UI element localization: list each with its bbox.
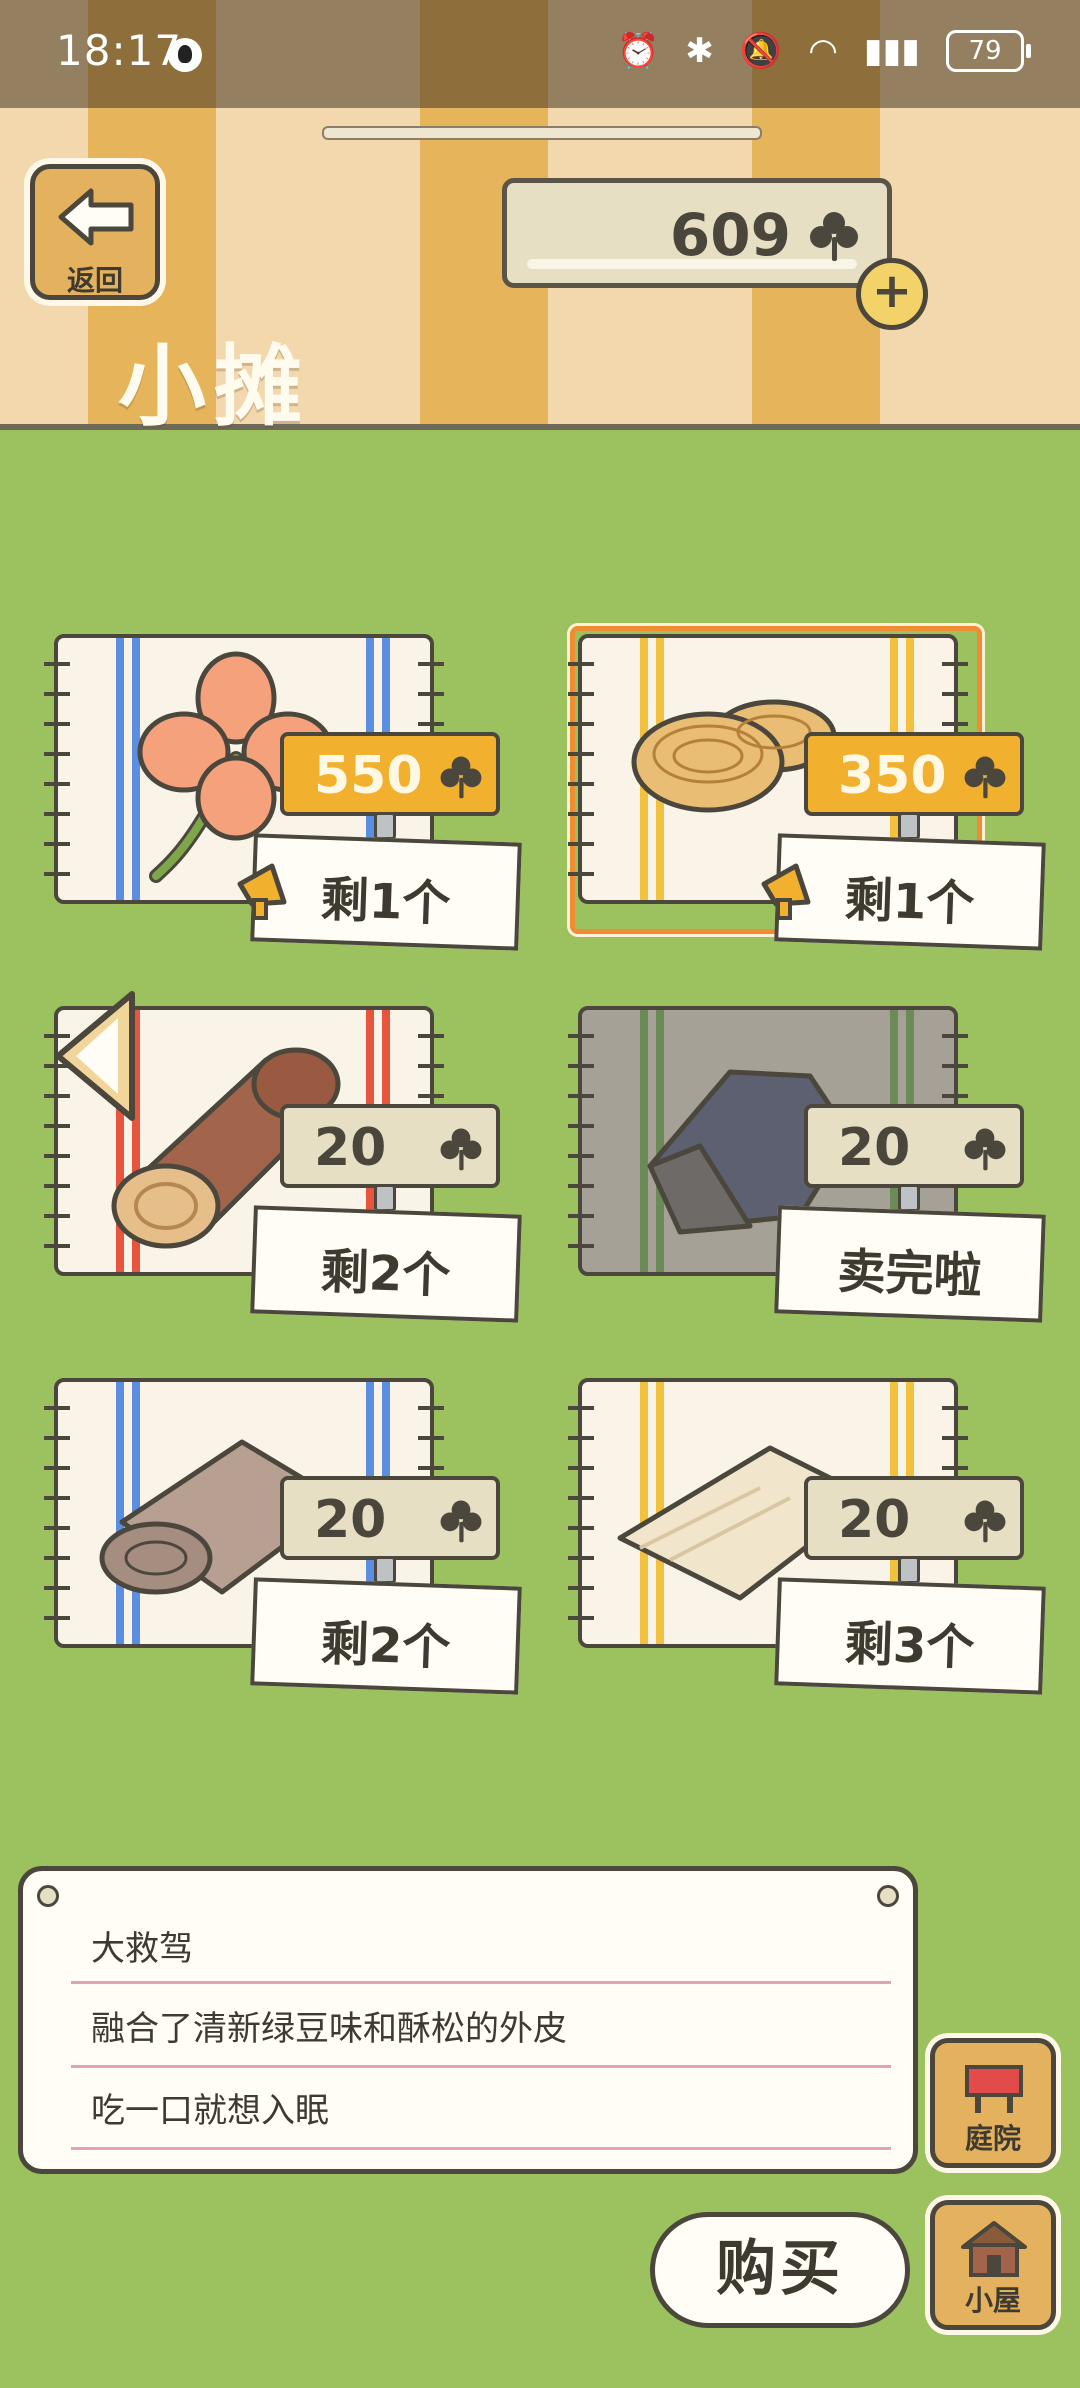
board-rule	[71, 2147, 891, 2150]
qq-icon	[168, 38, 202, 72]
tag-pin	[374, 1556, 396, 1584]
add-clover-button[interactable]: +	[856, 258, 928, 330]
tag-pin	[898, 1184, 920, 1212]
tag-pin	[374, 812, 396, 840]
stock-text: 剩3个	[844, 1615, 976, 1677]
status-bar: 18:17 ⏰ ✱ 🔕 ◠ ▮▮▮ 79	[0, 0, 1080, 108]
tag-pin	[374, 1184, 396, 1212]
price-value: 550	[314, 746, 423, 806]
board-pin	[37, 1885, 59, 1907]
price-value: 350	[838, 746, 947, 806]
stock-text: 卖完啦	[836, 1243, 983, 1305]
tag-pin	[898, 1556, 920, 1584]
bluetooth-icon: ✱	[685, 31, 714, 71]
item-description-board: 大救驾 融合了清新绿豆味和酥松的外皮 吃一口就想入眠	[18, 1866, 918, 2174]
house-button[interactable]: 小屋	[930, 2200, 1056, 2330]
shop-item-paper[interactable]: 20 剩3个	[560, 1372, 1046, 1712]
page-left-arrow-icon[interactable]	[50, 988, 142, 1124]
board-pin	[877, 1885, 899, 1907]
clover-icon	[964, 1500, 1006, 1543]
stock-label: 剩2个	[250, 1205, 522, 1323]
megaphone-icon	[237, 863, 287, 920]
board-rule	[71, 2065, 891, 2068]
price-tag: 350	[804, 732, 1024, 816]
price-tag: 20	[804, 1104, 1024, 1188]
alarm-icon: ⏰	[617, 31, 660, 71]
price-tag: 550	[280, 732, 500, 816]
shop-item-stone[interactable]: 20 卖完啦	[560, 1000, 1046, 1340]
status-time: 18:17	[56, 26, 183, 75]
clover-icon	[964, 756, 1006, 799]
stock-text: 剩2个	[320, 1615, 452, 1677]
shop-item-cloth-roll[interactable]: 20 剩2个	[36, 1372, 522, 1712]
price-tag: 20	[804, 1476, 1024, 1560]
shop-item-clover[interactable]: 550 剩1个	[36, 628, 522, 968]
tag-pin	[898, 812, 920, 840]
clover-icon	[440, 1500, 482, 1543]
signal-icon: ▮▮▮	[863, 31, 920, 71]
clover-count: 609	[669, 201, 791, 269]
shop-item-pastry[interactable]: 350 剩1个	[560, 626, 1046, 968]
price-value: 20	[838, 1118, 911, 1178]
stock-label: 卖完啦	[774, 1205, 1046, 1323]
yard-label: 庭院	[964, 2122, 1021, 2155]
clover-icon	[810, 212, 858, 261]
price-value: 20	[838, 1490, 911, 1550]
page-title: 小摊	[118, 335, 311, 438]
price-tag: 20	[280, 1476, 500, 1560]
status-icons: ⏰ ✱ 🔕 ◠ ▮▮▮ 79	[617, 30, 1031, 72]
clover-icon	[440, 1128, 482, 1171]
price-tag: 20	[280, 1104, 500, 1188]
back-button[interactable]: 返回	[30, 164, 160, 300]
description-line-2: 吃一口就想入眠	[91, 2091, 329, 2131]
stock-label: 剩2个	[250, 1577, 522, 1695]
buy-button[interactable]: 购买	[650, 2212, 910, 2328]
house-icon	[961, 2221, 1027, 2277]
yard-icon	[965, 2065, 1023, 2113]
price-value: 20	[314, 1490, 387, 1550]
back-label: 返回	[66, 264, 123, 297]
stock-text: 剩2个	[320, 1243, 452, 1305]
back-arrow-icon	[58, 188, 134, 246]
wifi-icon: ◠	[808, 31, 838, 71]
drag-handle[interactable]	[322, 126, 762, 140]
stock-label: 剩3个	[774, 1577, 1046, 1695]
yard-button[interactable]: 庭院	[930, 2038, 1056, 2168]
clover-balance: 609	[502, 178, 892, 288]
clover-icon	[964, 1128, 1006, 1171]
house-label: 小屋	[964, 2284, 1021, 2317]
mute-icon: 🔕	[739, 31, 783, 71]
battery-indicator: 79	[946, 30, 1031, 72]
board-rule	[71, 1981, 891, 1984]
clover-icon	[440, 756, 482, 799]
description-line-1: 融合了清新绿豆味和酥松的外皮	[91, 2009, 567, 2049]
megaphone-icon	[761, 863, 811, 920]
description-title: 大救驾	[91, 1929, 193, 1969]
price-value: 20	[314, 1118, 387, 1178]
